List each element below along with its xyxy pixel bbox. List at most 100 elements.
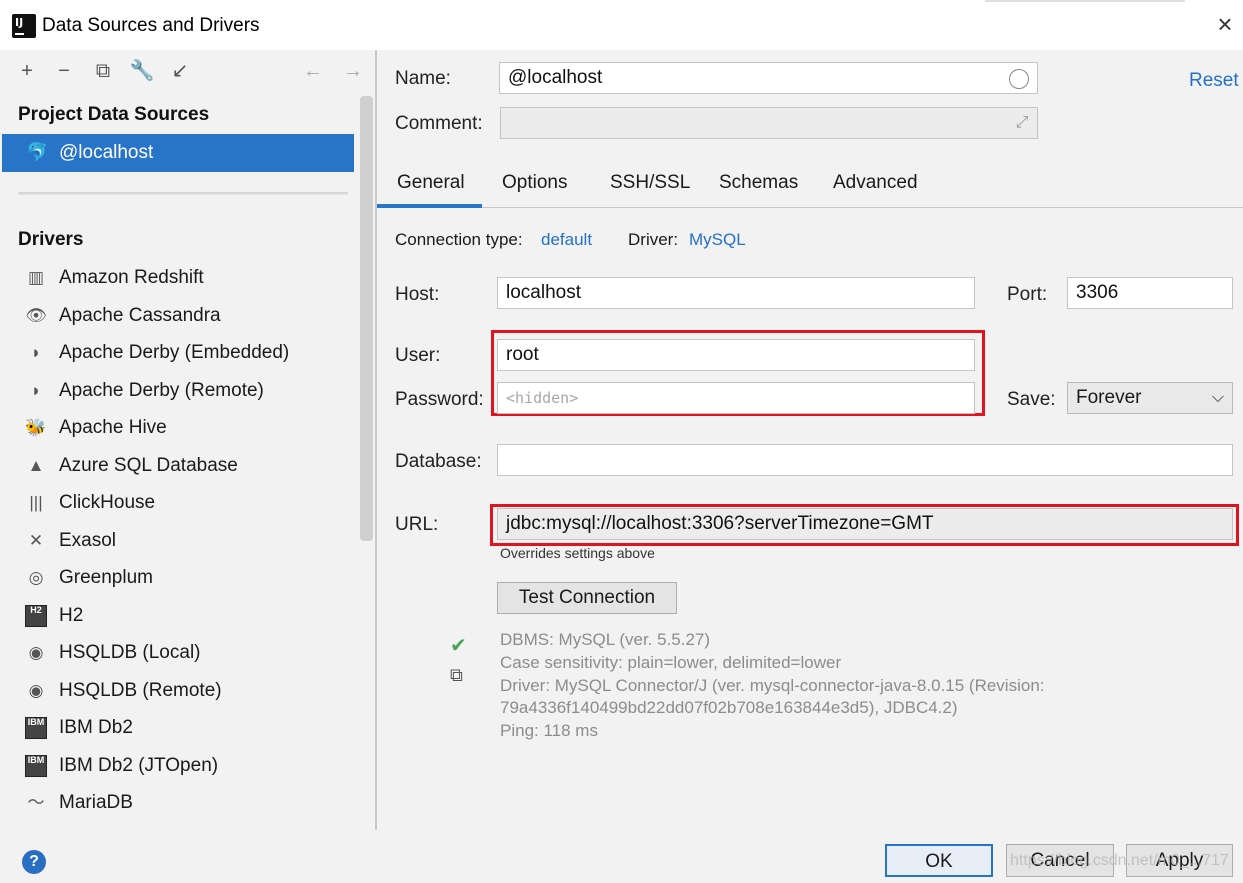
driver-label: IBM Db2 (59, 717, 133, 738)
driver-icon: ◉ (28, 643, 44, 662)
info-driver: Driver: MySQL Connector/J (ver. mysql-co… (500, 676, 1045, 695)
tab-options[interactable]: Options (502, 172, 567, 194)
driver-item[interactable]: 👁 Apache Cassandra (0, 297, 355, 334)
save-dropdown[interactable]: Forever ⌵ (1067, 382, 1233, 414)
connection-type-label: Connection type: (395, 230, 523, 249)
tab-ssh-ssl[interactable]: SSH/SSL (610, 172, 690, 194)
driver-item[interactable]: H2 H2 (0, 597, 355, 634)
database-input[interactable] (497, 444, 1233, 476)
driver-item[interactable]: ◉ HSQLDB (Local) (0, 634, 355, 671)
remove-icon[interactable]: − (51, 58, 77, 84)
reset-link[interactable]: Reset (1189, 70, 1239, 92)
driver-label: MariaDB (59, 792, 133, 813)
driver-item[interactable]: ◉ HSQLDB (Remote) (0, 672, 355, 709)
driver-item[interactable]: IBM IBM Db2 (0, 709, 355, 746)
driver-label: Exasol (59, 529, 117, 551)
duplicate-icon[interactable]: ⧉ (90, 58, 116, 84)
url-label: URL: (395, 514, 439, 535)
driver-icon: 🐝 (25, 418, 47, 437)
port-input[interactable]: 3306 (1067, 277, 1233, 309)
chevron-down-icon: ⌵ (1211, 389, 1224, 406)
driver-icon: IBM (25, 717, 47, 739)
forward-arrow-icon[interactable]: → (340, 58, 366, 84)
driver-icon: H2 (25, 604, 47, 627)
add-icon[interactable]: + (14, 58, 40, 84)
driver-icon: ◗ (30, 380, 42, 400)
host-label: Host: (395, 284, 440, 305)
driver-label: H2 (59, 604, 84, 626)
driver-icon: 👁 (25, 305, 47, 325)
driver-item[interactable]: ▥ Amazon Redshift (0, 259, 355, 296)
password-label: Password: (395, 389, 484, 410)
info-ping: Ping: 118 ms (500, 721, 598, 740)
test-connection-button[interactable]: Test Connection (497, 582, 677, 614)
port-label: Port: (1007, 284, 1048, 305)
driver-item[interactable]: ◗ Apache Derby (Remote) (0, 372, 355, 409)
driver-link[interactable]: MySQL (689, 230, 746, 250)
driver-label: Apache Cassandra (59, 304, 221, 326)
tab-advanced[interactable]: Advanced (833, 172, 918, 194)
cancel-button[interactable]: Cancel (1006, 844, 1114, 877)
apply-button[interactable]: Apply (1126, 844, 1233, 877)
host-input[interactable]: localhost (497, 277, 975, 309)
driver-item[interactable]: ||| ClickHouse (0, 484, 355, 521)
driver-item[interactable]: IBM IBM Db2 (JTOpen) (0, 747, 355, 784)
close-icon[interactable]: × (1213, 11, 1237, 37)
tab-schemas[interactable]: Schemas (719, 172, 798, 194)
section-separator (18, 192, 348, 195)
driver-icon: ▲ (27, 455, 45, 475)
driver-icon: IBM (25, 754, 47, 777)
project-data-sources-heading: Project Data Sources (18, 104, 210, 125)
info-dbms: DBMS: MySQL (ver. 5.5.27) (500, 630, 711, 649)
drivers-heading: Drivers (18, 229, 84, 250)
driver-label: Apache Hive (59, 417, 167, 438)
tab-general[interactable]: General (397, 172, 465, 194)
driver-item[interactable]: 〜 MariaDB (0, 784, 355, 821)
data-source-label: @localhost (59, 142, 154, 163)
driver-icon: ◉ (28, 680, 44, 700)
expand-icon[interactable]: ⤢ (1012, 113, 1032, 133)
driver-label: Azure SQL Database (59, 454, 238, 476)
url-hint: Overrides settings above (500, 545, 655, 561)
help-icon[interactable]: ? (22, 850, 46, 874)
driver-icon: 〜 (27, 793, 45, 812)
import-icon[interactable]: ↙ (167, 58, 193, 84)
driver-label: HSQLDB (Local) (59, 642, 201, 663)
driver-label: Apache Derby (Remote) (59, 379, 264, 401)
comment-input[interactable] (500, 107, 1038, 139)
color-circle-icon[interactable] (1009, 69, 1029, 89)
save-dropdown-value: Forever (1076, 387, 1142, 408)
info-driver-revision: 79a4336f140499bd22dd07f02b708e163844e3d5… (500, 698, 958, 717)
intellij-logo-icon: IJ (9, 11, 39, 41)
password-input[interactable]: <hidden> (497, 382, 975, 414)
check-icon: ✔ (450, 635, 467, 657)
copy-icon[interactable]: ⧉ (450, 665, 463, 686)
driver-label: Greenplum (59, 567, 153, 588)
driver-item[interactable]: 🐝 Apache Hive (0, 409, 355, 446)
ok-button[interactable]: OK (885, 844, 993, 877)
user-input[interactable]: root (497, 339, 975, 371)
driver-item[interactable]: ✕ Exasol (0, 522, 355, 559)
driver-label: HSQLDB (Remote) (59, 679, 222, 701)
driver-item[interactable]: ◗ Apache Derby (Embedded) (0, 334, 355, 371)
data-source-item-localhost[interactable]: 🐬 @localhost (2, 134, 354, 172)
driver-item[interactable]: ◎ Greenplum (0, 559, 355, 596)
comment-label: Comment: (395, 113, 483, 134)
driver-item[interactable]: ▲ Azure SQL Database (0, 447, 355, 484)
database-label: Database: (395, 451, 482, 472)
wrench-icon[interactable]: 🔧 (129, 58, 155, 84)
driver-label: Amazon Redshift (59, 267, 204, 288)
name-input[interactable]: @localhost (499, 62, 1038, 94)
connection-type-link[interactable]: default (541, 230, 592, 250)
back-arrow-icon[interactable]: ← (300, 58, 326, 84)
driver-label: Driver: (628, 230, 679, 249)
url-input[interactable]: jdbc:mysql://localhost:3306?serverTimezo… (497, 508, 1233, 540)
driver-icon: ✕ (28, 530, 44, 550)
user-label: User: (395, 345, 441, 366)
driver-label: IBM Db2 (JTOpen) (59, 754, 219, 776)
driver-icon: ◎ (28, 568, 44, 587)
driver-label: ClickHouse (59, 492, 156, 513)
save-label: Save: (1007, 389, 1056, 410)
name-label: Name: (395, 68, 451, 89)
left-scrollbar[interactable] (360, 96, 373, 541)
